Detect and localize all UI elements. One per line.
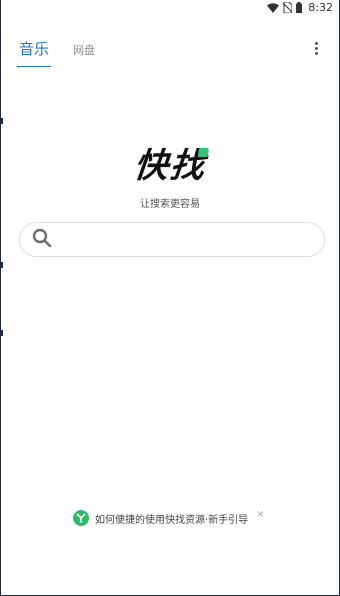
edge-marker (1, 118, 3, 124)
wifi-icon (267, 2, 280, 13)
tab-music[interactable]: 音乐 (17, 34, 52, 67)
battery-icon (296, 2, 303, 13)
search-box[interactable] (19, 222, 325, 257)
logo-badge-icon (73, 510, 89, 526)
status-icons: 8:32 (267, 1, 333, 14)
search-icon[interactable] (32, 228, 52, 252)
edge-marker (1, 262, 3, 268)
close-icon[interactable]: × (256, 509, 264, 520)
app-frame: 8:32 音乐 网盘 快找 让搜索更容易 如何便捷的使用快找资源·新手引导 × (0, 0, 340, 596)
newbie-guide: 如何便捷的使用快找资源·新手引导 × (73, 509, 265, 526)
more-vert-icon[interactable] (311, 40, 321, 56)
slogan: 让搜索更容易 (140, 199, 200, 210)
no-sim-icon (283, 2, 293, 13)
tab-cloud-drive[interactable]: 网盘 (71, 38, 97, 67)
search-input[interactable] (60, 223, 324, 256)
logo-label: 快找 (131, 146, 209, 186)
status-time: 8:32 (308, 1, 333, 14)
top-tabs: 音乐 网盘 (17, 34, 97, 67)
app-logo: 快找 (1, 146, 339, 186)
status-bar: 8:32 (1, 0, 339, 16)
guide-link[interactable]: 如何便捷的使用快找资源·新手引导 (95, 511, 248, 526)
logo-accent-mark (197, 148, 209, 157)
edge-marker (1, 330, 3, 336)
logo-text: 快找 (131, 146, 209, 186)
